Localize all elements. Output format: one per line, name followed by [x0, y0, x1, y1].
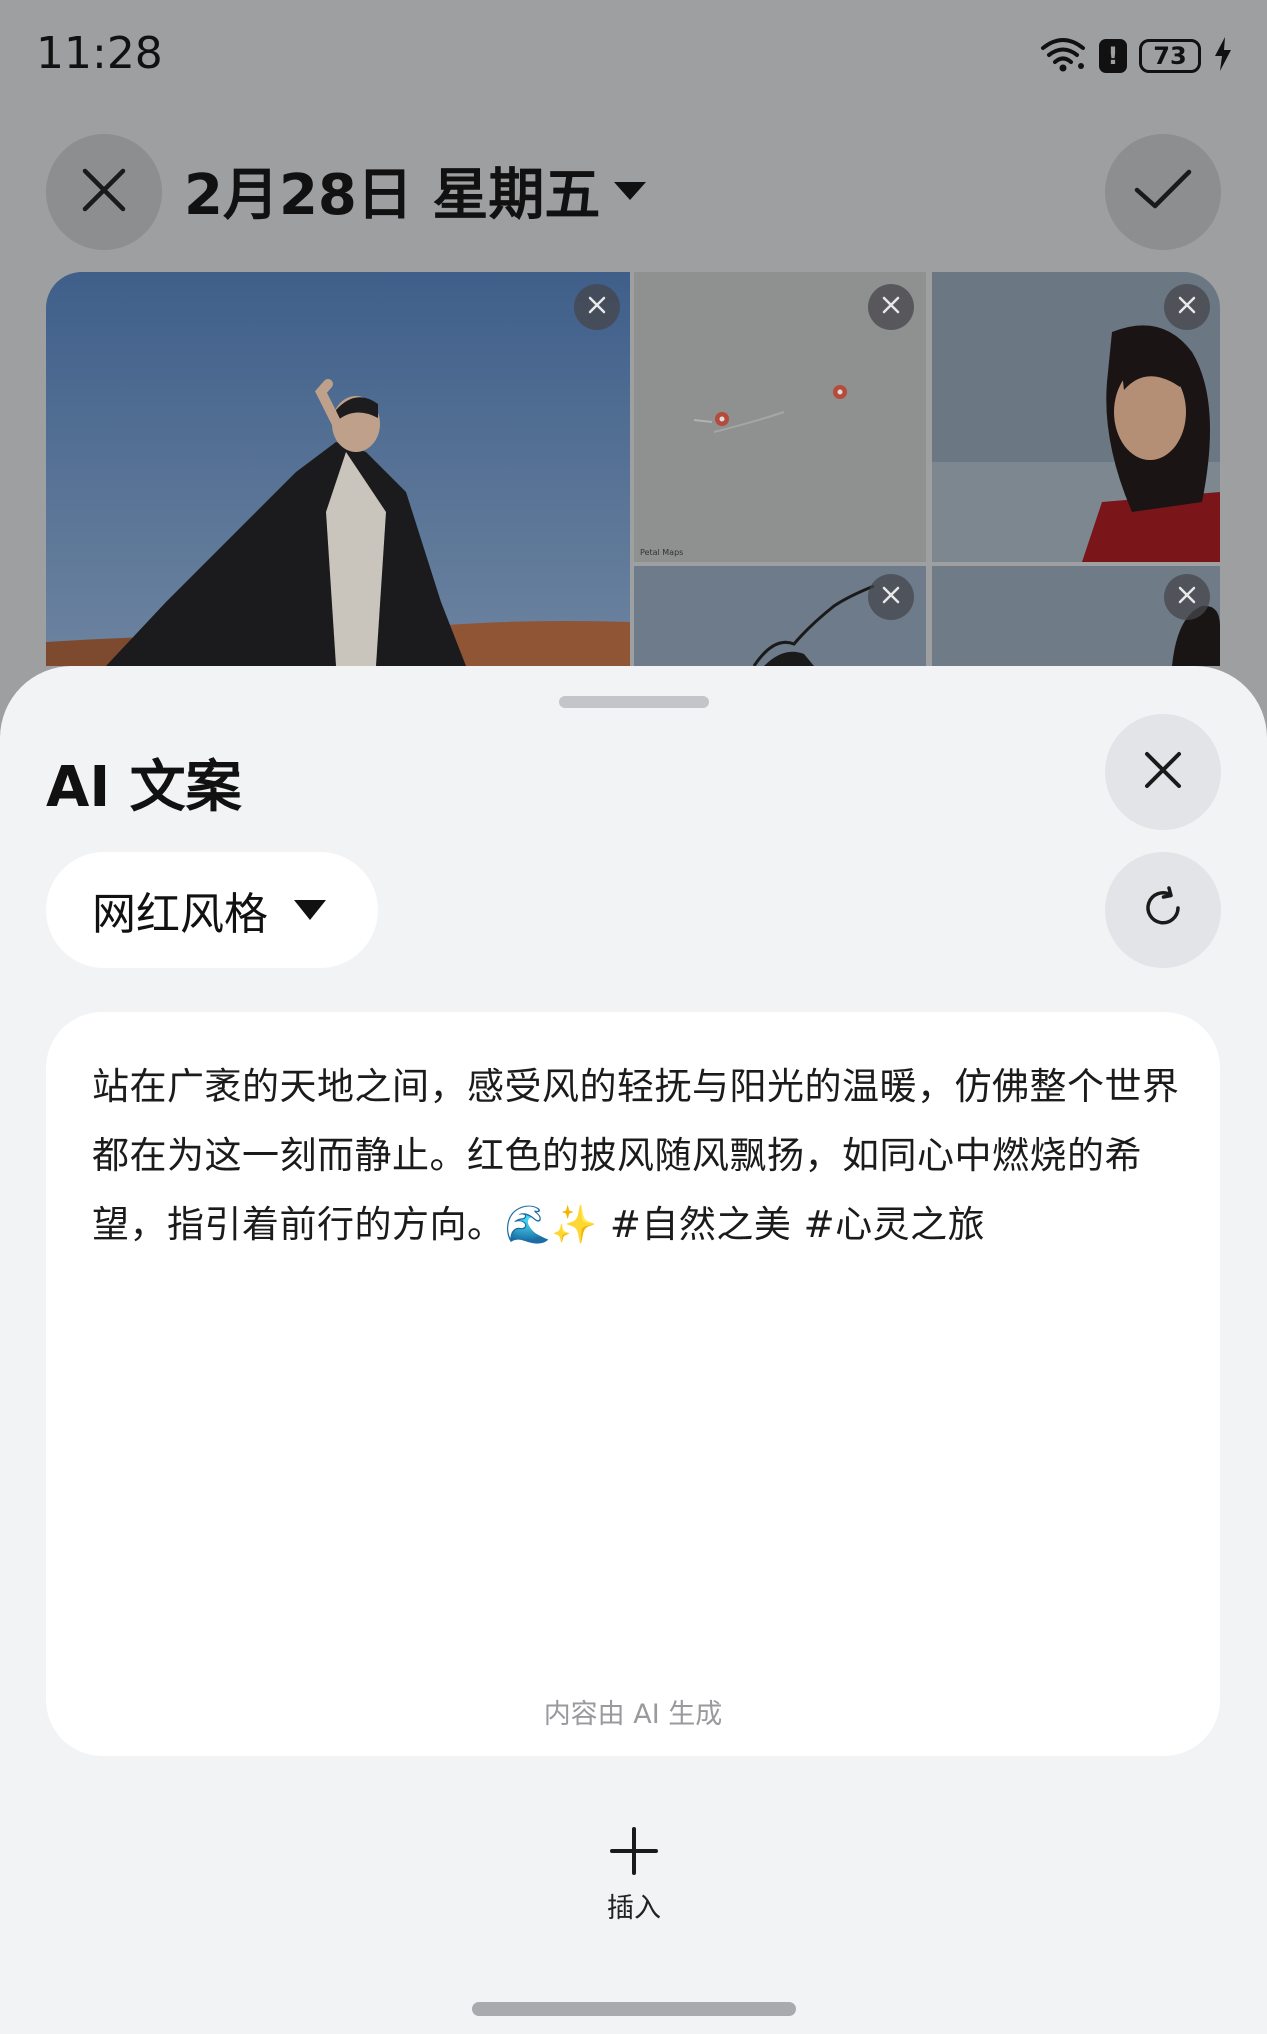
close-icon	[1177, 585, 1197, 609]
wifi-icon	[1039, 36, 1087, 76]
remove-photo-button[interactable]	[868, 284, 914, 330]
regenerate-button[interactable]	[1105, 852, 1221, 968]
plus-icon	[609, 1826, 659, 1880]
photo-main[interactable]	[46, 272, 630, 666]
sheet-close-button[interactable]	[1105, 714, 1221, 830]
status-time: 11:28	[36, 28, 163, 79]
check-icon	[1133, 168, 1193, 216]
date-selector[interactable]: 2月28日 星期五	[184, 150, 647, 231]
insert-button[interactable]: 插入	[574, 1826, 694, 1946]
generated-text-card[interactable]: 站在广袤的天地之间，感受风的轻抚与阳光的温暖，仿佛整个世界都在为这一刻而静止。红…	[46, 1012, 1220, 1756]
remove-photo-button[interactable]	[1164, 574, 1210, 620]
close-icon	[587, 295, 607, 319]
insert-label: 插入	[607, 1893, 661, 1924]
sheet-drag-handle[interactable]	[559, 696, 709, 708]
confirm-button[interactable]	[1105, 134, 1221, 250]
status-icons: ! 73	[1039, 36, 1233, 76]
style-dropdown[interactable]: 网红风格	[46, 852, 378, 968]
remove-photo-button[interactable]	[1164, 284, 1210, 330]
status-bar: 11:28 ! 73	[0, 0, 1267, 110]
alert-icon: !	[1099, 39, 1127, 73]
sheet-title: AI 文案	[46, 755, 242, 820]
ai-generated-note: 内容由 AI 生成	[543, 1699, 723, 1730]
photo-wind-hair[interactable]	[634, 566, 926, 666]
map-attribution: Petal Maps	[640, 548, 684, 557]
refresh-icon	[1140, 885, 1186, 935]
photo-main-image	[46, 272, 630, 666]
close-button[interactable]	[46, 134, 162, 250]
close-icon	[79, 165, 129, 219]
photo-curly-hair[interactable]	[932, 566, 1220, 666]
chevron-down-icon	[294, 900, 326, 920]
remove-photo-button[interactable]	[868, 574, 914, 620]
close-icon	[881, 295, 901, 319]
close-icon	[881, 585, 901, 609]
remove-photo-button[interactable]	[574, 284, 620, 330]
home-indicator[interactable]	[472, 2002, 796, 2016]
close-icon	[1177, 295, 1197, 319]
generated-text[interactable]: 站在广袤的天地之间，感受风的轻抚与阳光的温暖，仿佛整个世界都在为这一刻而静止。红…	[92, 1052, 1182, 1259]
chevron-down-icon	[614, 181, 647, 200]
photo-map[interactable]: Petal Maps	[634, 272, 926, 562]
style-dropdown-value: 网红风格	[92, 889, 268, 940]
date-title: 2月28日 星期五	[184, 163, 601, 228]
battery-indicator: 73	[1139, 39, 1201, 73]
photo-portrait-red[interactable]	[932, 272, 1220, 562]
charging-icon	[1213, 36, 1233, 76]
close-icon	[1143, 750, 1183, 794]
ai-copywriting-sheet: AI 文案 网红风格 站在广袤的天地之间，感受风的轻抚与阳光的温暖，仿佛整个世界…	[0, 666, 1267, 2034]
